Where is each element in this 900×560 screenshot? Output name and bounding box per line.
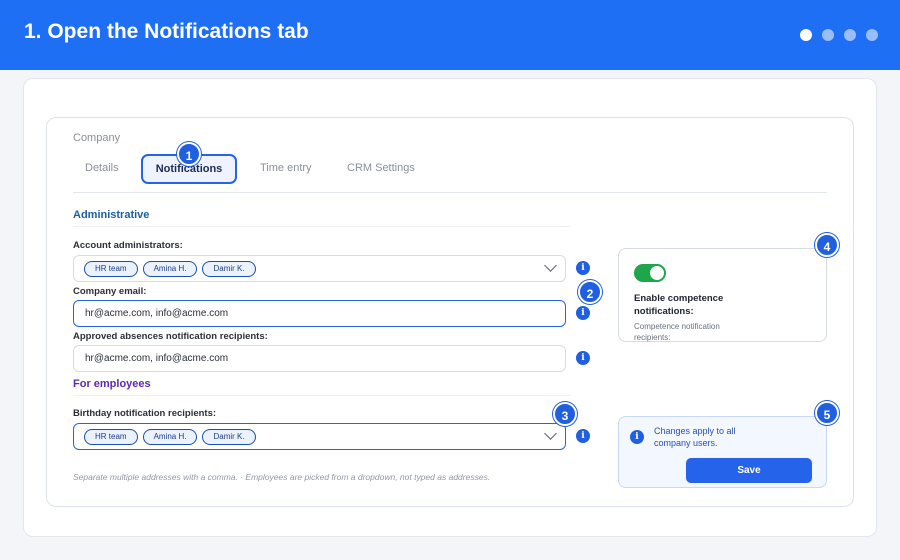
competence-subtitle: Competence notification recipients:: [634, 322, 720, 342]
tab-divider: [73, 192, 827, 193]
account-admins-select[interactable]: HR team Amina H. Damir K.: [73, 255, 566, 282]
breadcrumb: Company: [73, 132, 121, 144]
section-divider: [73, 226, 570, 227]
toggle-knob: [650, 266, 664, 280]
company-email-field[interactable]: hr@acme.com, info@acme.com: [73, 300, 566, 327]
step-title: 1. Open the Notifications tab: [24, 20, 309, 43]
help-text: Separate multiple addresses with a comma…: [73, 472, 491, 482]
recipient-chip[interactable]: Amina H.: [142, 429, 198, 445]
birthday-label: Birthday notification recipients:: [73, 408, 217, 419]
step-dot-4[interactable]: [866, 29, 878, 41]
info-icon[interactable]: i: [576, 351, 590, 365]
step-dot-1[interactable]: [800, 29, 812, 41]
recipient-chip[interactable]: Damir K.: [202, 261, 256, 277]
tab-crm-settings[interactable]: CRM Settings: [347, 162, 415, 174]
info-icon[interactable]: i: [576, 306, 590, 320]
section-administrative: Administrative: [73, 209, 150, 221]
chevron-down-icon[interactable]: [544, 427, 557, 440]
step-badge: 1: [177, 142, 201, 166]
tutorial-header: 1. Open the Notifications tab: [0, 0, 900, 70]
company-email-value: hr@acme.com, info@acme.com: [85, 308, 229, 319]
info-icon: i: [630, 430, 644, 444]
absences-recipients-value: hr@acme.com, info@acme.com: [85, 353, 229, 364]
recipient-chip[interactable]: Damir K.: [202, 429, 256, 445]
info-icon[interactable]: i: [576, 429, 590, 443]
step-badge: 5: [815, 401, 839, 425]
competence-toggle[interactable]: [634, 264, 666, 282]
absences-recipients-field[interactable]: hr@acme.com, info@acme.com: [73, 345, 566, 372]
account-admins-label: Account administrators:: [73, 240, 183, 251]
competence-title: Enable competence notifications:: [634, 293, 724, 317]
recipient-chip[interactable]: Amina H.: [142, 261, 198, 277]
step-dot-3[interactable]: [844, 29, 856, 41]
recipient-chip[interactable]: HR team: [84, 429, 138, 445]
save-button[interactable]: Save: [686, 458, 812, 483]
step-badge: 3: [553, 402, 577, 426]
changes-note: Changes apply to all company users.: [654, 426, 736, 448]
step-badge: 2: [578, 280, 602, 304]
tab-details[interactable]: Details: [85, 162, 119, 174]
section-employees: For employees: [73, 378, 151, 390]
section-divider: [73, 395, 570, 396]
recipient-chip[interactable]: HR team: [84, 261, 138, 277]
step-badge: 4: [815, 233, 839, 257]
birthday-recipients-select[interactable]: HR team Amina H. Damir K.: [73, 423, 566, 450]
info-icon[interactable]: i: [576, 261, 590, 275]
step-dot-2[interactable]: [822, 29, 834, 41]
absences-label: Approved absences notification recipient…: [73, 331, 268, 342]
company-email-label: Company email:: [73, 286, 147, 297]
tab-time-entry[interactable]: Time entry: [260, 162, 312, 174]
chevron-down-icon[interactable]: [544, 259, 557, 272]
step-indicator: [800, 29, 878, 41]
